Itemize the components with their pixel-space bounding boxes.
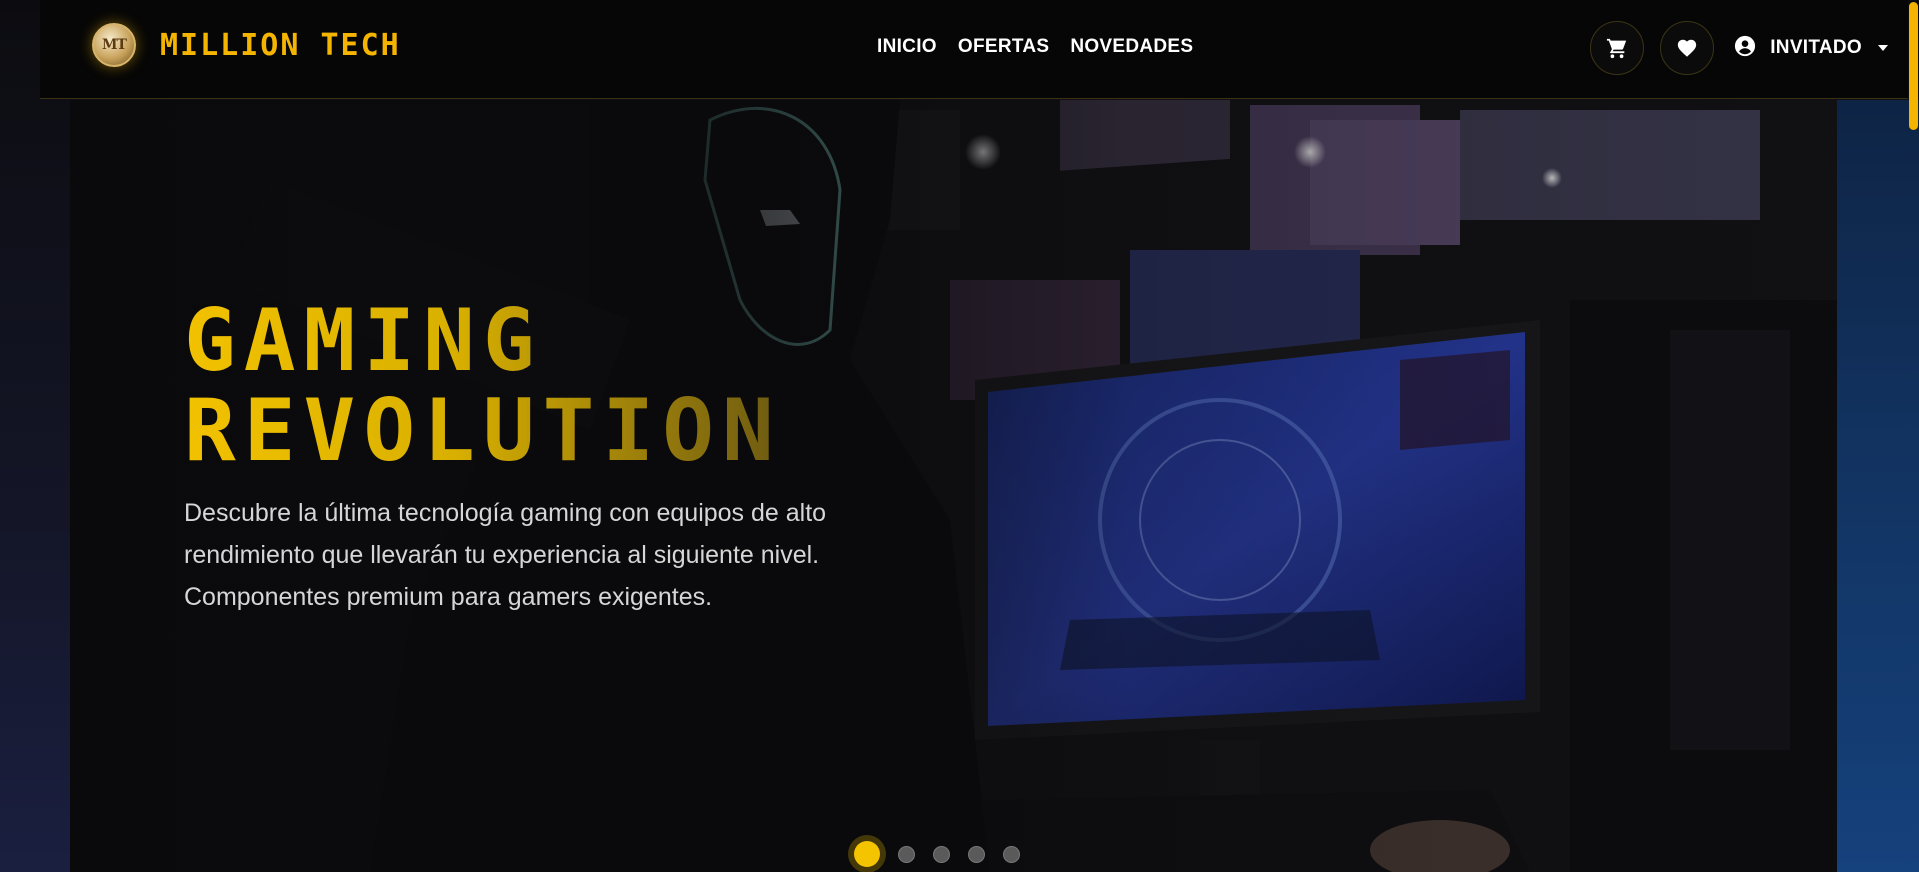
hero-title: GAMING REVOLUTION xyxy=(184,296,782,476)
carousel-dot-5[interactable] xyxy=(1003,845,1020,863)
cart-button[interactable] xyxy=(1590,21,1645,75)
cart-icon xyxy=(1607,38,1627,59)
hero-description: Descubre la última tecnología gaming con… xyxy=(184,499,827,611)
hero-overlay xyxy=(70,100,1837,872)
nav-link-inicio[interactable]: INICIO xyxy=(877,36,937,58)
hero-carousel: GAMING REVOLUTION Descubre la última tec… xyxy=(70,100,1837,872)
user-circle-icon xyxy=(1734,35,1756,61)
logo-text: MT xyxy=(102,37,127,53)
hero-title-line-1: GAMING xyxy=(184,291,543,391)
carousel-dot-1[interactable] xyxy=(854,841,880,867)
scrollbar-thumb[interactable] xyxy=(1909,2,1918,130)
heart-icon xyxy=(1678,39,1697,57)
brand-name[interactable]: MILLION TECH xyxy=(160,28,401,63)
navbar: MT MILLION TECH INICIO OFERTAS NOVEDADES xyxy=(40,0,1908,99)
hero-title-line-2: REVOLUTION xyxy=(184,381,782,481)
wishlist-button[interactable] xyxy=(1660,21,1715,75)
scrollbar[interactable] xyxy=(1907,0,1919,872)
carousel-indicators xyxy=(854,841,1020,867)
nav-actions: INVITADO xyxy=(1590,21,1888,75)
main-nav: INICIO OFERTAS NOVEDADES xyxy=(877,36,1193,58)
nav-link-novedades[interactable]: NOVEDADES xyxy=(1070,36,1193,58)
carousel-dot-4[interactable] xyxy=(968,845,985,863)
carousel-dot-3[interactable] xyxy=(933,845,950,863)
nav-link-ofertas[interactable]: OFERTAS xyxy=(958,36,1049,58)
brand-logo[interactable]: MT xyxy=(92,23,136,67)
user-menu[interactable]: INVITADO xyxy=(1734,35,1888,61)
chevron-down-icon xyxy=(1878,45,1888,51)
carousel-dot-2[interactable] xyxy=(898,845,915,863)
page: MT MILLION TECH INICIO OFERTAS NOVEDADES xyxy=(0,0,1919,872)
brand[interactable]: MT MILLION TECH xyxy=(92,23,401,67)
user-label: INVITADO xyxy=(1770,37,1862,58)
